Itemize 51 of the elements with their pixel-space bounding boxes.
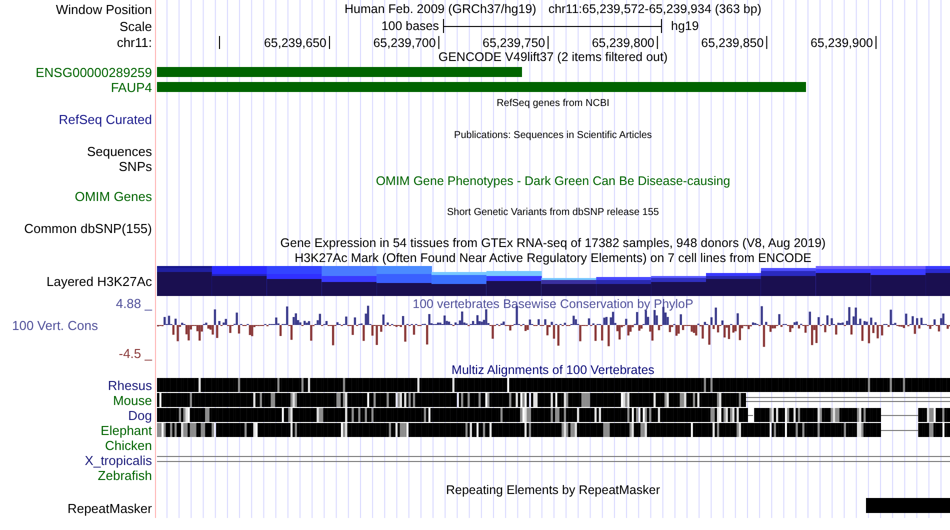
track-title: Short Genetic Variants from dbSNP release 155 [447, 208, 659, 218]
ruler-tick [656, 36, 658, 50]
ruler-tick [438, 36, 440, 50]
ruler-tick [329, 36, 330, 50]
gene-bar[interactable] [157, 82, 806, 92]
repeat-bar[interactable] [866, 498, 950, 513]
ruler-label: 65,239,850 [701, 36, 764, 50]
track-title: Multiz Alignments of 100 Vertebrates [452, 364, 654, 377]
track-label: Dog [128, 409, 152, 422]
axis-max-label: 4.88 _ [114, 296, 152, 310]
track-label: Scale [119, 20, 152, 32]
ruler-label: 65,239,750 [482, 36, 546, 50]
ruler-label: 65,239,700 [373, 36, 436, 50]
track-label: Rhesus [108, 379, 152, 392]
track-label: RefSeq Curated [58, 113, 152, 126]
track-label: Mouse [112, 394, 152, 407]
track-label: RepeatMasker [67, 502, 152, 514]
axis-min-label: -4.5 _ [118, 347, 152, 363]
track-label: Elephant [100, 424, 152, 437]
track-label: chr11: [116, 36, 152, 48]
track-label: Layered H3K27Ac [46, 274, 152, 288]
ruler-label: 65,239,650 [264, 36, 326, 50]
track-title: 100 vertebrates Basewise Conservation by PhyloP [412, 296, 694, 310]
track-title: Repeating Elements by RepeatMasker [446, 484, 660, 497]
track-title: RefSeq genes from NCBI [496, 98, 610, 108]
gene-bar[interactable] [157, 67, 522, 77]
scale-assembly: hg19 [671, 19, 699, 33]
ruler-label: 65,239,900 [810, 36, 873, 50]
track-label: Sequences [86, 145, 152, 158]
track-label: Window Position [56, 2, 152, 16]
track-label: FAUP4 [110, 81, 152, 94]
ruler-tick [548, 36, 549, 50]
ruler-tick [219, 36, 220, 50]
track-title: Publications: Sequences in Scientific Articles [454, 130, 652, 140]
ruler-tick [766, 36, 768, 50]
ruler-label: 65,239,800 [592, 36, 654, 50]
track-label: 100 Vert. Cons [11, 319, 98, 332]
assembly-name: Human Feb. 2009 (GRCh37/hg19) [344, 2, 536, 16]
track-label: SNPs [118, 160, 152, 173]
track-title: OMIM Gene Phenotypes - Dark Green Can Be Disease-causing [376, 175, 730, 188]
track-title: GENCODE V49lift37 (2 items filtered out) [438, 51, 668, 64]
track-label: Chicken [105, 439, 152, 452]
track-label: OMIM Genes [74, 190, 152, 203]
scale-length: 100 bases [381, 19, 439, 33]
track-title: Gene Expression in 54 tissues from GTEx RNA-seq of 17382 samples, 948 donors (V8, Aug 2019) [280, 237, 826, 250]
track-label: ENSG00000289259 [36, 66, 152, 79]
track-label: X_tropicalis [84, 454, 152, 467]
track-title: H3K27Ac Mark (Often Found Near Active Regulatory Elements) on 7 cell lines from ENCODE [294, 252, 812, 265]
window-position: chr11:65,239,572-65,239,934 (363 bp) [548, 2, 762, 16]
track-label: Common dbSNP(155) [24, 222, 152, 235]
track-label: Zebrafish [98, 469, 152, 482]
